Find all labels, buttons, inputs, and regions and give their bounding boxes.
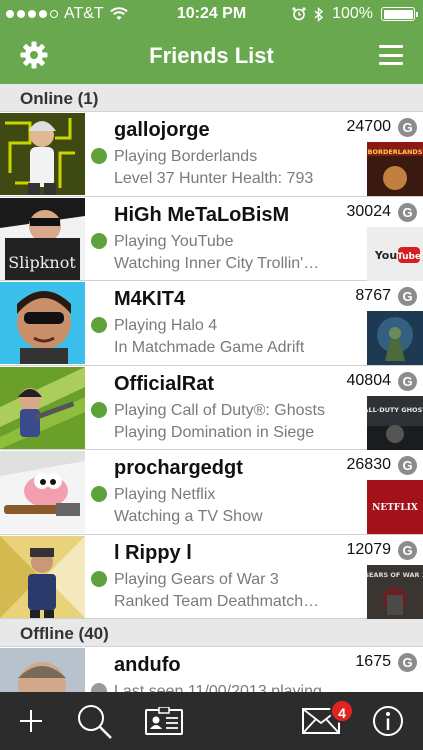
svg-text:Slipknot: Slipknot — [8, 253, 76, 272]
gamerscore: 1675 — [355, 653, 391, 670]
game-title-text: BORDERLANDS — [367, 148, 422, 156]
hamburger-menu-icon[interactable] — [379, 45, 403, 65]
avatar — [0, 282, 85, 364]
svg-text:Tube: Tube — [397, 252, 421, 262]
gamerscore-g-icon: G — [398, 287, 417, 306]
offline-section-header: Offline (40) — [0, 619, 423, 647]
online-status-indicator — [91, 148, 107, 164]
friend-activity-detail: In Matchmade Game Adrift — [114, 339, 305, 356]
avatar — [0, 648, 85, 692]
friend-row[interactable]: prochargedgt Playing Netflix Watching a … — [0, 450, 423, 535]
friend-activity: Playing YouTube — [114, 232, 234, 250]
friend-activity-detail: Playing Domination in Siege — [114, 423, 315, 441]
gamerscore: 26830 — [346, 456, 392, 473]
add-friend-button[interactable] — [10, 692, 52, 750]
avatar — [0, 535, 85, 618]
avatar — [0, 451, 85, 533]
gamerscore: 8767 — [355, 287, 391, 304]
unread-messages-badge: 4 — [330, 699, 354, 723]
add-icon — [20, 710, 42, 732]
battery-icon — [381, 7, 418, 21]
friend-activity: Playing Gears of War 3 — [114, 570, 279, 588]
battery-percent: 100% — [332, 5, 373, 22]
gamerscore: 24700 — [346, 118, 392, 135]
friends-list[interactable]: Online (1) gallojorge Playing Borderland… — [0, 84, 423, 692]
friend-activity: Playing Call of Duty®: Ghosts — [114, 401, 325, 419]
gamerscore-g-icon: G — [398, 540, 417, 560]
online-status-indicator — [91, 570, 107, 587]
svg-text:You: You — [374, 249, 397, 262]
avatar: Slipknot — [0, 197, 85, 280]
friend-activity-detail: Level 37 Hunter Health: 793 — [114, 170, 314, 187]
gamerscore-g-icon: G — [398, 118, 417, 137]
game-title-text: NETFLIX — [372, 503, 418, 513]
friend-activity-detail: Watching Inner City Trollin'… — [114, 254, 320, 272]
friend-activity-detail: Watching a TV Show — [114, 508, 263, 525]
bottom-toolbar — [0, 692, 423, 750]
online-status-indicator — [91, 232, 107, 249]
game-thumbnail-youtube: You Tube — [367, 226, 423, 281]
status-bar: AT&T 10:24 PM 100% — [0, 0, 423, 28]
online-status-indicator — [91, 317, 107, 333]
friend-activity-detail: Ranked Team Deathmatch… — [114, 592, 320, 610]
avatar — [0, 113, 85, 195]
game-thumbnail-call-of-duty-ghosts: CALL·DUTY GHOSTS — [367, 395, 423, 450]
info-icon — [373, 706, 403, 736]
online-section-header: Online (1) — [0, 84, 423, 112]
friend-row[interactable]: OfficialRat Playing Call of Duty®: Ghost… — [0, 366, 423, 450]
friend-activity: Playing Halo 4 — [114, 317, 218, 334]
gamerscore-g-icon: G — [398, 653, 417, 672]
info-button[interactable] — [370, 692, 406, 750]
gamerscore: 40804 — [346, 371, 392, 389]
friend-row[interactable]: gallojorge Playing Borderlands Level 37 … — [0, 112, 423, 197]
game-title-text: GEARS OF WAR 3 — [367, 571, 423, 579]
search-icon — [78, 705, 112, 739]
gamerscore-g-icon: G — [398, 202, 417, 222]
offline-status-indicator — [91, 683, 107, 692]
friend-row[interactable]: andufo Last seen 11/00/2013 playing Xbox… — [0, 647, 423, 692]
friend-gamertag: l Rippy l — [114, 541, 192, 564]
friend-activity: Last seen 11/00/2013 playing Xbox… — [114, 683, 346, 692]
status-bar-right: 100% — [292, 5, 418, 23]
game-thumbnail-netflix: NETFLIX — [367, 480, 423, 534]
gamerscore-g-icon: G — [398, 371, 417, 391]
friend-row[interactable]: l Rippy l Playing Gears of War 3 Ranked … — [0, 535, 423, 619]
friend-row[interactable]: M4KIT4 Playing Halo 4 In Matchmade Game … — [0, 281, 423, 366]
gamerscore: 30024 — [346, 202, 392, 220]
gamerscore: 12079 — [346, 540, 392, 558]
friend-gamertag: OfficialRat — [114, 372, 215, 395]
search-button[interactable] — [72, 692, 116, 750]
navigation-bar: Friends List — [0, 28, 423, 84]
page-title: Friends List — [149, 43, 274, 68]
profile-card-button[interactable] — [143, 692, 185, 750]
game-thumbnail-gears-of-war-3: GEARS OF WAR 3 — [367, 564, 423, 619]
bluetooth-icon — [314, 6, 324, 22]
friend-gamertag: gallojorge — [114, 119, 210, 141]
online-status-indicator — [91, 401, 107, 418]
friend-gamertag: prochargedgt — [114, 457, 243, 479]
game-thumbnail-halo-4 — [367, 311, 423, 365]
friend-activity: Playing Netflix — [114, 486, 216, 503]
friend-gamertag: M4KIT4 — [114, 288, 186, 310]
friend-gamertag: HiGh MeTaLoBisM — [114, 203, 290, 226]
friend-row[interactable]: Slipknot HiGh MeTaLoBisM Playing YouTube… — [0, 197, 423, 281]
gamerscore-g-icon: G — [398, 456, 417, 475]
online-status-indicator — [91, 486, 107, 502]
avatar — [0, 366, 85, 449]
profile-card-icon — [145, 707, 183, 735]
alarm-icon — [292, 7, 306, 21]
friend-activity: Playing Borderlands — [114, 148, 258, 165]
game-title-text: CALL·DUTY GHOSTS — [367, 406, 423, 414]
friend-gamertag: andufo — [114, 654, 181, 676]
game-thumbnail-borderlands: BORDERLANDS — [367, 142, 423, 196]
